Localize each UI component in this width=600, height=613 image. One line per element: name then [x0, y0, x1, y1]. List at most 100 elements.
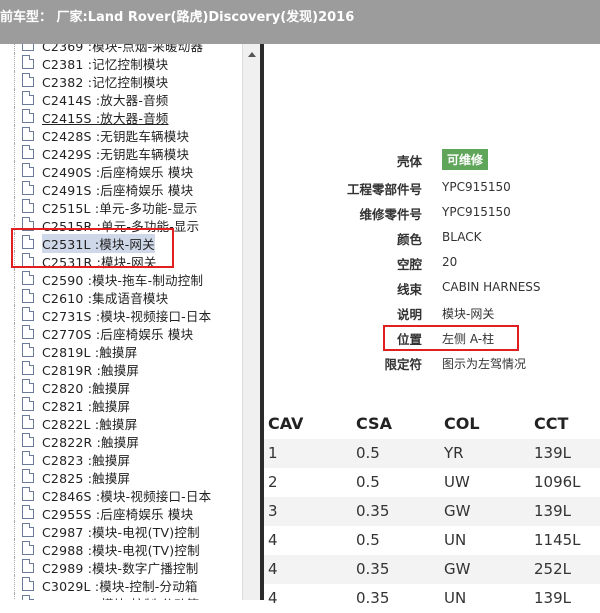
tree-item[interactable]: C2590 :模块-拖车-制动控制	[0, 269, 242, 288]
document-icon	[22, 379, 34, 393]
document-icon	[22, 451, 34, 465]
document-icon	[22, 181, 34, 195]
desc-value: 模块-网关	[442, 307, 495, 321]
tree-item[interactable]: C2490S :后座椅娱乐 模块	[0, 161, 242, 180]
harness-value: CABIN HARNESS	[442, 280, 541, 294]
document-icon	[22, 73, 34, 87]
tree-item[interactable]: C2988 :模块-电视(TV)控制	[0, 539, 242, 558]
tree-item[interactable]: C2414S :放大器-音频	[0, 89, 242, 108]
table-cell: 0.35	[356, 589, 390, 607]
harness-row: 线束 CABIN HARNESS	[264, 276, 600, 300]
document-icon	[22, 325, 34, 339]
document-icon	[22, 289, 34, 303]
tree-scrollbar[interactable]	[242, 44, 261, 600]
table-row: 2 0.5 UW 1096L	[264, 468, 600, 497]
document-icon	[22, 415, 34, 429]
tree-item[interactable]: C2731S :模块-视频接口-日本	[0, 305, 242, 324]
document-icon	[22, 145, 34, 159]
table-cell: 139L	[530, 497, 600, 526]
document-icon	[22, 91, 34, 105]
document-icon	[22, 343, 34, 357]
document-icon	[22, 397, 34, 411]
eng-part-value: YPC915150	[442, 180, 511, 194]
document-icon	[22, 271, 34, 285]
document-icon	[22, 307, 34, 321]
tree-item[interactable]: C2825 :触摸屏	[0, 467, 242, 486]
connector-tree[interactable]: C2369 :模块-点烟-采暖动器 C2381 :记忆控制模块 C2382 :记忆控…	[0, 44, 242, 600]
tree-item[interactable]: C2610 :集成语音模块	[0, 287, 242, 306]
document-icon	[22, 541, 34, 555]
document-icon	[22, 487, 34, 501]
tree-item[interactable]: C2987 :模块-电视(TV)控制	[0, 521, 242, 540]
vehicle-model-title: 前车型： 厂家:Land Rover(路虎)Discovery(发现)2016	[0, 10, 355, 25]
scroll-up-arrow-icon[interactable]	[248, 52, 256, 57]
pins-table-body: 1 0.5 YR 139L 2 0.5 UW 1096L 3 0.35 GW 139L 4 0.5 UN 11…	[264, 439, 600, 613]
tree-item[interactable]: C2491S :后座椅娱乐 模块	[0, 179, 242, 198]
table-cell: UN	[444, 589, 467, 607]
pins-table: CAV CSA COL CCT 1 0.5 YR 139L 2 0.5 UW 1096L 3 0.…	[264, 408, 600, 613]
table-cell: 4	[268, 589, 278, 607]
table-cell: 139L	[530, 439, 600, 468]
document-icon	[22, 109, 34, 123]
document-icon	[22, 505, 34, 519]
tree-item[interactable]: C2989 :模块-数字广播控制	[0, 557, 242, 576]
top-bar: 前车型： 厂家:Land Rover(路虎)Discovery(发现)2016	[0, 0, 600, 44]
tree-item[interactable]: C3029R :模块-控制-分动箱	[0, 593, 242, 600]
repairable-badge[interactable]: 可维修	[442, 149, 489, 170]
table-row: 4 0.35 GW 252L	[264, 555, 600, 584]
table-cell: 139L	[534, 589, 571, 607]
document-icon	[22, 163, 34, 177]
document-icon	[22, 44, 34, 51]
tree-item[interactable]: C3029L :模块-控制-分动箱	[0, 575, 242, 594]
table-header-row: CAV CSA COL CCT	[264, 408, 600, 439]
cavity-row: 空腔 20	[264, 251, 600, 275]
document-icon	[22, 361, 34, 375]
table-row: 4 0.5 UN 1145L	[264, 526, 600, 555]
tree-item[interactable]: C2822L :触摸屏	[0, 413, 242, 432]
color-label: 颜色	[396, 232, 422, 247]
position-highlight-box	[383, 325, 519, 351]
table-cell: GW	[440, 497, 530, 526]
document-icon	[22, 433, 34, 447]
tree-item[interactable]: C2822R :触摸屏	[0, 431, 242, 450]
table-cell: 0.5	[352, 439, 440, 468]
tree-item[interactable]: C2955S :后座椅娱乐 模块	[0, 503, 242, 522]
table-cell: 3	[264, 497, 352, 526]
table-cell: 4	[264, 555, 352, 584]
tree-item[interactable]: C2515L :单元-多功能-显示	[0, 197, 242, 216]
tree-item[interactable]: C2382 :记忆控制模块	[0, 71, 242, 90]
tree-item[interactable]: C2381 :记忆控制模块	[0, 53, 242, 72]
table-row: 3 0.35 GW 139L	[264, 497, 600, 526]
table-cell: UN	[444, 531, 467, 549]
tree-item[interactable]: C2770S :后座椅娱乐 模块	[0, 323, 242, 342]
table-cell: 0.5	[356, 473, 380, 491]
tree-item[interactable]: C2819L :触摸屏	[0, 341, 242, 360]
document-icon	[22, 523, 34, 537]
table-cell: GW	[440, 555, 530, 584]
col-header-csa: CSA	[356, 414, 392, 433]
col-header-col: COL	[444, 414, 480, 433]
eng-part-label: 工程零部件号	[346, 182, 422, 197]
table-row: 4 0.35 UN 139L	[264, 584, 600, 613]
tree-item[interactable]: C2846S :模块-视频接口-日本	[0, 485, 242, 504]
tree-item[interactable]: C2428S :无钥匙车辆模块	[0, 125, 242, 144]
tree-item-label[interactable]: C3029R :模块-控制-分动箱	[42, 594, 199, 600]
table-cell: 0.35	[352, 497, 440, 526]
tree-item[interactable]: C2415S :放大器-音频	[0, 107, 242, 126]
svc-part-value: YPC915150	[442, 205, 511, 219]
tree-item[interactable]: C2820 :触摸屏	[0, 377, 242, 396]
desc-row: 说明 模块-网关	[264, 301, 600, 325]
tree-item[interactable]: C2819R :触摸屏	[0, 359, 242, 378]
table-row: 1 0.5 YR 139L	[264, 439, 600, 468]
harness-label: 线束	[396, 282, 422, 297]
tree-item[interactable]: C2369 :模块-点烟-采暖动器	[0, 44, 242, 54]
table-cell: 2	[268, 473, 278, 491]
svc-part-label: 维修零件号	[359, 207, 422, 222]
table-cell: 1145L	[534, 531, 581, 549]
document-icon	[22, 577, 34, 591]
shell-label: 壳体	[396, 154, 422, 169]
col-header-cct: CCT	[534, 414, 569, 433]
tree-item[interactable]: C2823 :触摸屏	[0, 449, 242, 468]
tree-item[interactable]: C2429S :无钥匙车辆模块	[0, 143, 242, 162]
tree-item[interactable]: C2821 :触摸屏	[0, 395, 242, 414]
